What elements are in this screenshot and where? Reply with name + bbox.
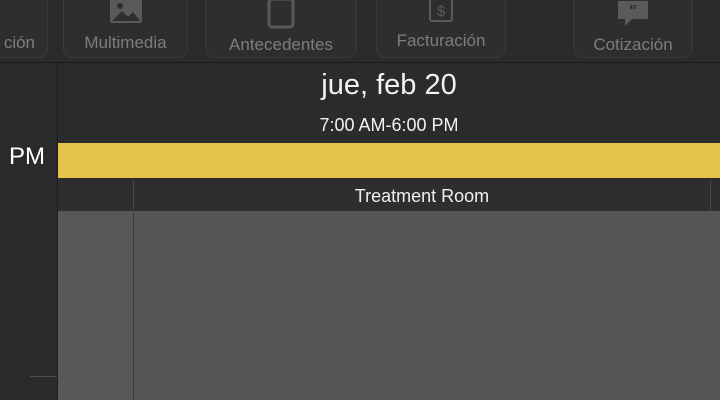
image-icon xyxy=(108,0,144,32)
time-label-pm: PM xyxy=(9,143,45,170)
toolbar-button-informacion[interactable]: ción xyxy=(0,0,48,58)
day-date-title: jue, feb 20 xyxy=(321,69,457,101)
schedule-grid[interactable] xyxy=(58,211,720,400)
toolbar: ción Multimedia Antecedentes $ Facturaci… xyxy=(0,0,720,63)
tablet-icon xyxy=(266,0,296,34)
toolbar-button-label: Antecedentes xyxy=(229,35,333,54)
time-column: PM xyxy=(0,63,58,400)
business-hours: 7:00 AM-6:00 PM xyxy=(319,115,459,135)
dollar-doc-icon: $ xyxy=(427,0,455,34)
quote-bubble-icon: " xyxy=(616,0,650,34)
toolbar-button-cotizacion[interactable]: " Cotización xyxy=(573,0,693,58)
toolbar-button-multimedia[interactable]: Multimedia xyxy=(63,0,188,58)
business-hours-bar[interactable] xyxy=(58,143,720,178)
toolbar-button-label: ción xyxy=(3,33,35,52)
toolbar-button-label: Multimedia xyxy=(84,33,167,52)
toolbar-button-facturacion[interactable]: $ Facturación xyxy=(376,0,506,58)
toolbar-button-label: Cotización xyxy=(593,35,673,54)
unassigned-column[interactable] xyxy=(58,211,133,400)
hour-tick xyxy=(30,376,57,377)
column-divider xyxy=(133,211,134,400)
toolbar-button-antecedentes[interactable]: Antecedentes xyxy=(205,0,357,58)
resource-treatment-room[interactable]: Treatment Room xyxy=(134,186,710,207)
svg-text:": " xyxy=(629,3,637,20)
toolbar-button-label: Facturación xyxy=(396,31,486,50)
svg-text:$: $ xyxy=(437,3,446,20)
day-view: jue, feb 20 7:00 AM-6:00 PM Treatment Ro… xyxy=(58,63,720,400)
column-divider xyxy=(710,180,711,211)
resource-header: Treatment Room xyxy=(58,180,720,211)
